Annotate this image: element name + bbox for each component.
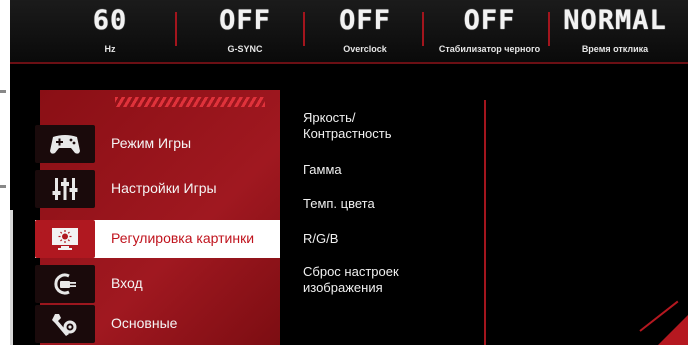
edge-mark	[0, 185, 6, 188]
menu-item-picture[interactable]: Регулировка картинки	[35, 220, 280, 258]
menu-item-label: Режим Игры	[111, 135, 192, 151]
menu-item-label: Настройки Игры	[111, 180, 217, 196]
edge-mark	[0, 90, 6, 93]
input-plug-icon	[35, 265, 95, 303]
sliders-icon	[35, 170, 95, 208]
decorative-corner	[658, 315, 688, 345]
status-divider	[303, 12, 305, 46]
response-time-status: NORMAL Время отклика	[550, 0, 680, 62]
decorative-stripes	[115, 97, 265, 107]
black-stabilizer-status: OFF Стабилизатор черного	[422, 0, 557, 62]
menu-item-game-settings[interactable]: Настройки Игры	[35, 170, 280, 208]
menu-item-label: Регулировка картинки	[111, 230, 255, 246]
submenu-brightness-contrast[interactable]: Яркость/ Контрастность	[303, 110, 423, 142]
menu-item-general[interactable]: Основные	[35, 305, 280, 343]
wrench-gear-icon	[35, 305, 95, 343]
gsync-status: OFF G-SYNC	[190, 0, 300, 62]
response-time-value: NORMAL	[563, 5, 667, 36]
overclock-label: Overclock	[343, 44, 387, 54]
status-divider	[175, 12, 177, 46]
gamepad-icon	[35, 125, 95, 163]
menu-item-input[interactable]: Вход	[35, 265, 280, 303]
gsync-value: OFF	[219, 5, 271, 36]
black-stabilizer-value: OFF	[463, 5, 516, 36]
submenu-gamma[interactable]: Гамма	[303, 162, 342, 178]
overclock-status: OFF Overclock	[310, 0, 420, 62]
monitor-brightness-icon	[35, 220, 95, 258]
refresh-rate-label: Hz	[104, 44, 116, 54]
gsync-label: G-SYNC	[227, 44, 263, 54]
submenu-reset-picture[interactable]: Сброс настроек изображения	[303, 264, 433, 296]
submenu-rgb[interactable]: R/G/B	[303, 231, 338, 247]
refresh-rate-value: 60	[92, 5, 128, 36]
panel-edge-line	[10, 210, 13, 345]
refresh-rate-status: 60 Hz	[70, 0, 150, 62]
picture-submenu: Яркость/ Контрастность Гамма Темп. цвета…	[290, 100, 480, 345]
menu-item-label: Вход	[111, 275, 143, 291]
black-stabilizer-label: Стабилизатор черного	[438, 44, 541, 54]
menu-item-game-mode[interactable]: Режим Игры	[35, 125, 280, 163]
menu-item-label: Основные	[111, 315, 178, 331]
column-separator	[484, 100, 486, 345]
response-time-label: Время отклика	[581, 44, 649, 54]
submenu-color-temp[interactable]: Темп. цвета	[303, 196, 375, 212]
status-bar: 60 Hz OFF G-SYNC OFF Overclock OFF Стаби…	[10, 0, 688, 64]
overclock-value: OFF	[339, 5, 391, 36]
